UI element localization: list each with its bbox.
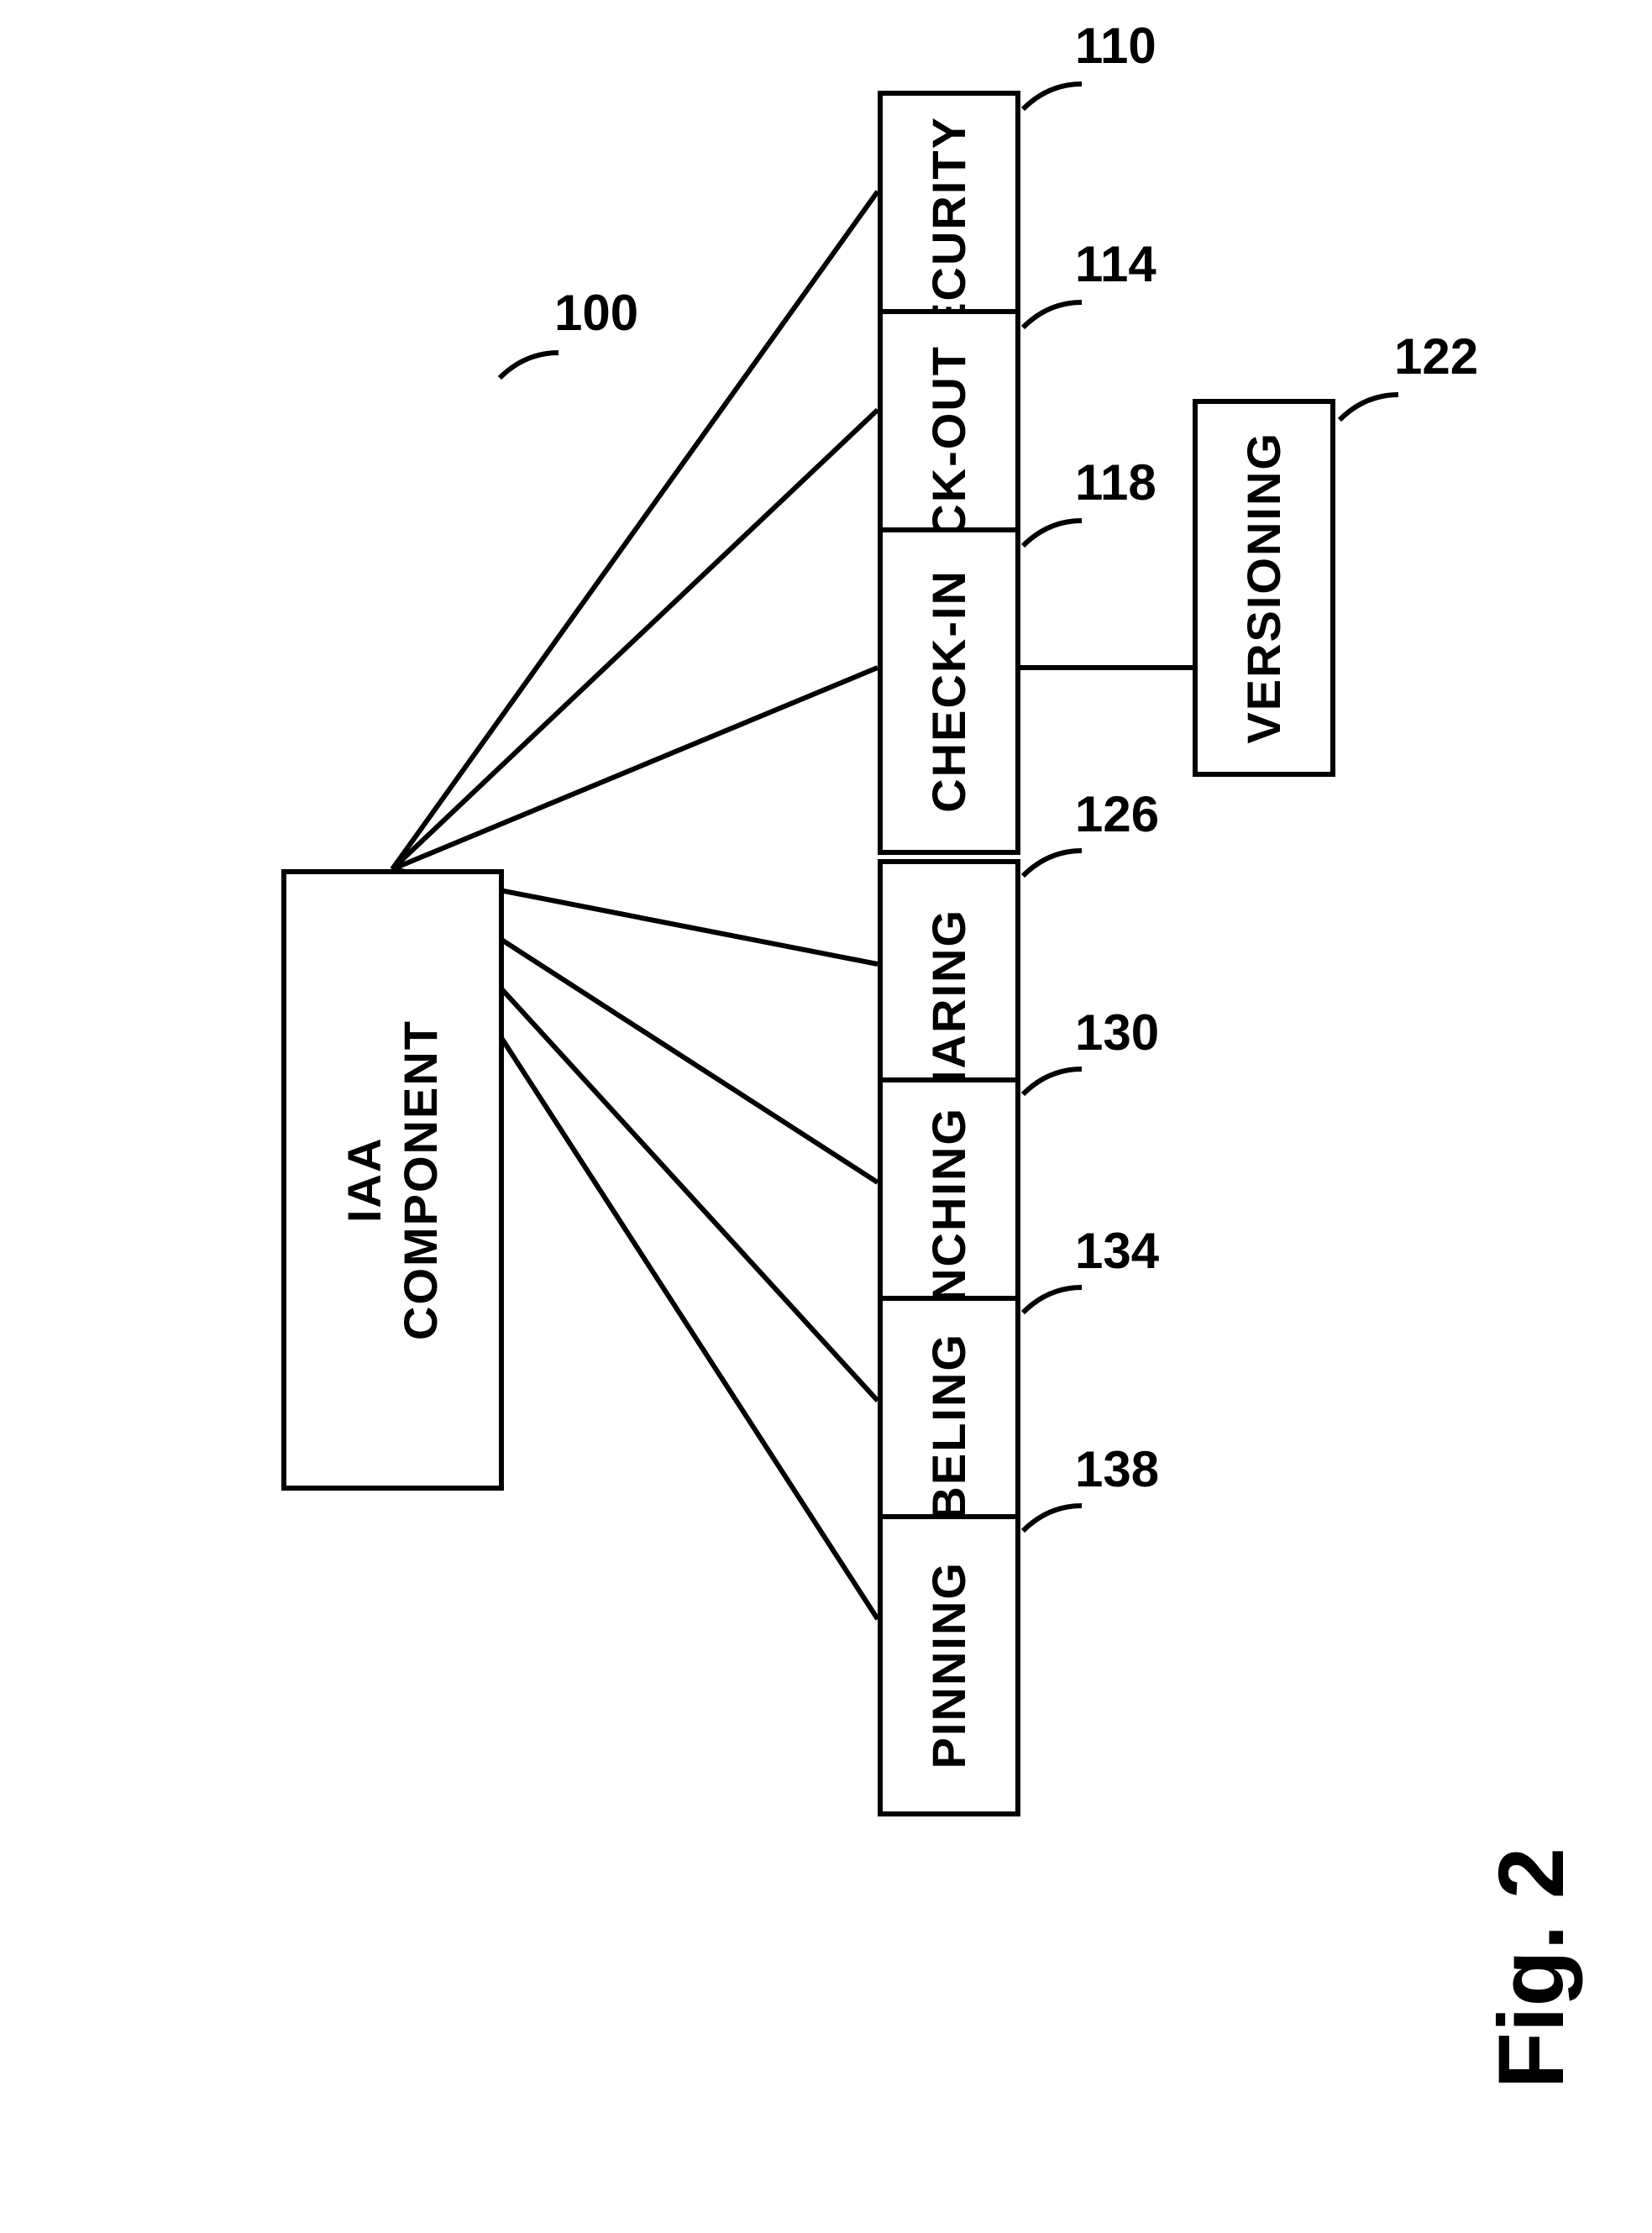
- ref-134: 134: [1075, 1222, 1159, 1280]
- ref-138: 138: [1075, 1440, 1159, 1498]
- ref-122: 122: [1394, 328, 1478, 385]
- ref-118: 118: [1075, 453, 1156, 511]
- ref-110: 110: [1075, 17, 1156, 75]
- pinning-label: PINNING: [920, 1561, 977, 1769]
- ref-130: 130: [1075, 1004, 1159, 1061]
- versioning-label: VERSIONING: [1235, 432, 1292, 744]
- pinning-box: PINNING: [878, 1514, 1020, 1816]
- iaa-component-label: IAA COMPONENT: [336, 1020, 448, 1340]
- versioning-box: VERSIONING: [1193, 399, 1335, 777]
- ref-126: 126: [1075, 785, 1159, 843]
- figure-label: Fig. 2: [1478, 1848, 1585, 2089]
- check-in-label: CHECK-IN: [920, 569, 977, 813]
- check-in-box: CHECK-IN: [878, 527, 1020, 855]
- ref-114: 114: [1075, 235, 1156, 293]
- iaa-component-box: IAA COMPONENT: [281, 869, 504, 1491]
- ref-100: 100: [554, 284, 638, 342]
